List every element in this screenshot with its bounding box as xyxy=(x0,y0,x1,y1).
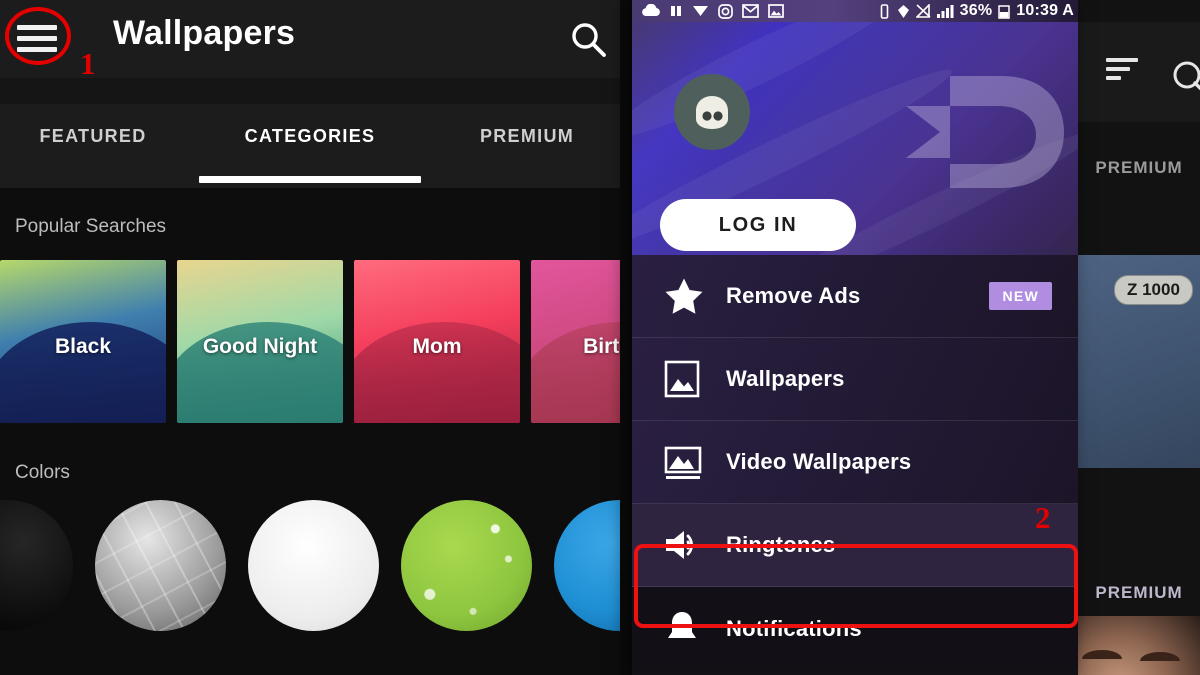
background-app-panel: PREMIUM Z 1000 PREMIUM xyxy=(1078,0,1200,675)
portrait-thumbnail[interactable] xyxy=(1078,616,1200,675)
tab-featured[interactable]: FEATURED xyxy=(0,126,186,147)
cloud-icon xyxy=(642,4,660,16)
search-card-label: Good Night xyxy=(202,334,318,358)
search-icon[interactable] xyxy=(1170,58,1200,98)
search-card[interactable]: Good Night xyxy=(177,260,343,423)
menu-item-video-wallpapers[interactable]: Video Wallpapers xyxy=(632,421,1078,504)
drawer-header: LOG IN xyxy=(632,22,1078,255)
annotation-box-ringtones xyxy=(634,544,1078,628)
video-wallpaper-icon xyxy=(664,443,710,481)
search-card[interactable]: Birthd xyxy=(531,260,620,423)
swatch-texture xyxy=(401,500,532,631)
no-sim-icon xyxy=(915,4,931,18)
menu-item-wallpapers[interactable]: Wallpapers xyxy=(632,338,1078,421)
screenshot-stage: Wallpapers FEATURED CATEGORIES PREMIUM P… xyxy=(0,0,1200,675)
login-button[interactable]: LOG IN xyxy=(660,199,856,251)
zedge-mascot-avatar[interactable] xyxy=(674,74,750,150)
search-card[interactable]: Mom xyxy=(354,260,520,423)
battery-percent-label: 36% xyxy=(959,2,993,19)
categories-content: Popular Searches Black Good Night Mom Bi… xyxy=(0,188,620,675)
color-swatch-white[interactable] xyxy=(248,500,379,631)
color-swatch-black[interactable] xyxy=(0,500,73,631)
section-heading-popular-searches: Popular Searches xyxy=(15,216,167,237)
eyebrow xyxy=(1140,652,1180,661)
image-icon xyxy=(664,360,710,398)
new-badge: NEW xyxy=(989,282,1052,310)
right-tab-premium-top[interactable]: PREMIUM xyxy=(1078,158,1200,178)
search-icon[interactable] xyxy=(566,17,612,63)
color-swatch-blue[interactable] xyxy=(554,500,620,631)
menu-item-label: Wallpapers xyxy=(726,366,845,391)
zedge-d-logo xyxy=(906,76,1064,188)
star-icon xyxy=(664,277,710,315)
search-card-label: Mom xyxy=(412,334,462,358)
search-card-label: Birthd xyxy=(583,334,620,358)
section-heading-colors: Colors xyxy=(15,462,70,483)
photos-icon xyxy=(768,4,784,18)
tab-premium[interactable]: PREMIUM xyxy=(434,126,620,147)
menu-item-label: Video Wallpapers xyxy=(726,449,912,474)
wallpapers-app-panel: Wallpapers FEATURED CATEGORIES PREMIUM P… xyxy=(0,0,620,675)
colors-row[interactable] xyxy=(0,500,620,631)
clock-label: 10:39 A xyxy=(1016,2,1074,19)
annotation-ellipse-hamburger xyxy=(5,7,71,65)
popular-searches-row[interactable]: Black Good Night Mom Birthd xyxy=(0,260,620,423)
tab-categories[interactable]: CATEGORIES xyxy=(186,126,434,147)
signal-icon xyxy=(936,5,954,18)
right-tab-premium-bottom[interactable]: PREMIUM xyxy=(1078,583,1200,603)
download-icon xyxy=(693,6,708,16)
swatch-texture xyxy=(95,500,226,631)
status-system-icons: 36% 10:39 A xyxy=(878,2,1078,20)
vibrate-icon xyxy=(880,3,888,19)
price-badge: Z 1000 xyxy=(1114,275,1193,305)
right-app-bar xyxy=(1078,22,1200,122)
menu-item-label: Remove Ads xyxy=(726,283,861,308)
menu-item-remove-ads[interactable]: Remove Ads NEW xyxy=(632,255,1078,338)
battery-icon xyxy=(998,4,1011,19)
status-bar: 36% 10:39 A xyxy=(632,0,1078,22)
tab-bar: FEATURED CATEGORIES PREMIUM xyxy=(0,104,620,188)
status-notification-icons xyxy=(632,3,878,19)
search-card-label: Black xyxy=(54,334,112,358)
page-title: Wallpapers xyxy=(113,14,296,52)
pause-icon xyxy=(671,6,681,16)
sort-line xyxy=(1106,67,1130,71)
search-card[interactable]: Black xyxy=(0,260,166,423)
annotation-step-one: 1 xyxy=(80,46,96,81)
sort-filter-icon[interactable] xyxy=(1106,58,1138,84)
sort-line xyxy=(1106,76,1121,80)
wallpaper-thumbnail[interactable]: Z 1000 xyxy=(1078,255,1200,468)
annotation-step-two: 2 xyxy=(1035,500,1051,535)
location-icon xyxy=(897,4,909,18)
eyebrow xyxy=(1082,650,1122,659)
color-swatch-green[interactable] xyxy=(401,500,532,631)
instagram-icon xyxy=(718,3,733,19)
active-tab-underline xyxy=(199,176,421,183)
gmail-icon xyxy=(742,4,759,18)
color-swatch-silver[interactable] xyxy=(95,500,226,631)
sort-line xyxy=(1106,58,1138,62)
